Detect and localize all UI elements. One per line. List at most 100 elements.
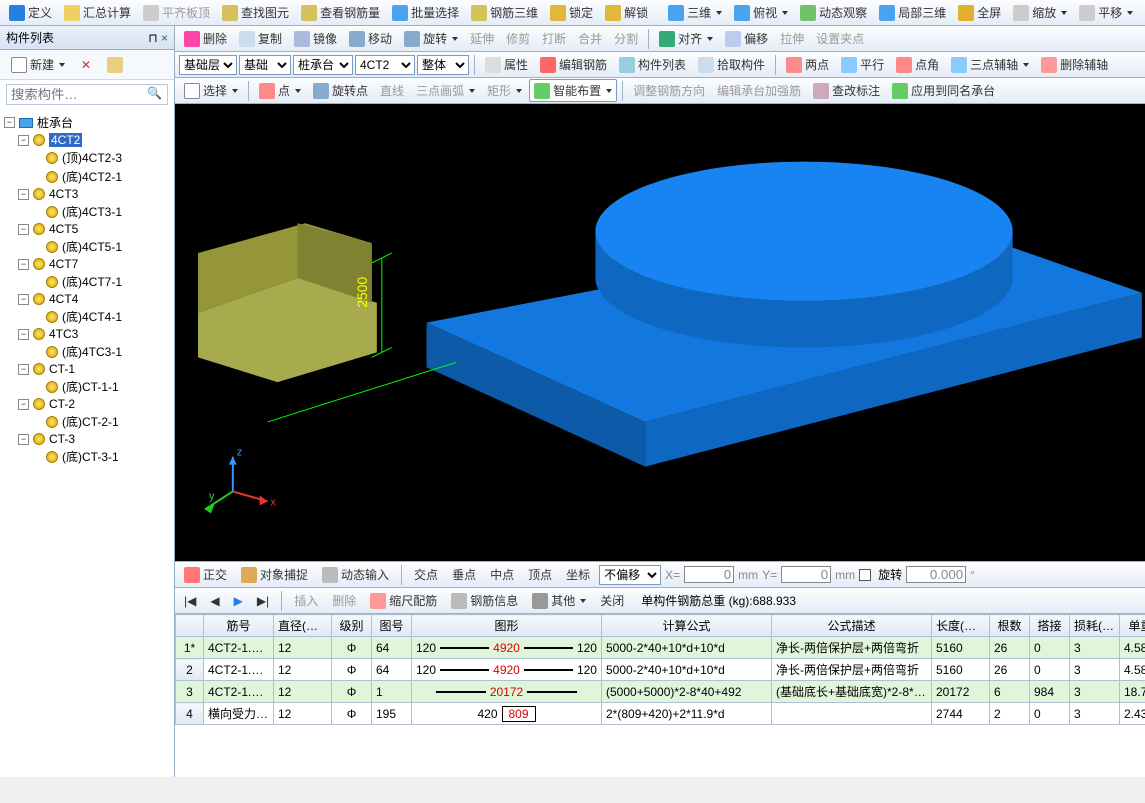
rebar-info-button[interactable]: 钢筋信息 <box>446 589 523 612</box>
tree-label[interactable]: 4TC3 <box>49 327 78 341</box>
expand-icon[interactable]: − <box>18 434 29 445</box>
del-aux-button[interactable]: 删除辅轴 <box>1036 53 1113 76</box>
align-top-button[interactable]: 平齐板顶 <box>138 1 215 24</box>
tree-label[interactable]: (底)CT-3-1 <box>62 448 119 465</box>
category-select[interactable]: 基础 <box>239 55 291 75</box>
member-tree[interactable]: − 桩承台 −4CT2(顶)4CT2-3(底)4CT2-1−4CT3(底)4CT… <box>0 109 174 777</box>
rebar3d-button[interactable]: 钢筋三维 <box>466 1 543 24</box>
extend-button[interactable]: 延伸 <box>465 27 499 50</box>
intersect-snap[interactable]: 交点 <box>409 563 443 586</box>
expand-icon[interactable]: − <box>18 135 29 146</box>
tree-label[interactable]: (底)4TC3-1 <box>62 343 122 360</box>
offset-button[interactable]: 偏移 <box>720 27 773 50</box>
tree-item[interactable]: − 4CT7 <box>2 256 172 272</box>
tree-item[interactable]: (底)CT-3-1 <box>2 447 172 466</box>
rot-pt-tool[interactable]: 旋转点 <box>308 79 373 102</box>
tree-item[interactable]: (底)4TC3-1 <box>2 342 172 361</box>
y-input[interactable] <box>781 566 831 583</box>
rebar-table[interactable]: 筋号直径(mm)级别图号图形计算公式公式描述长度(mm)根数搭接损耗(%)单重 … <box>175 613 1145 777</box>
column-header[interactable]: 公式描述 <box>772 615 932 637</box>
member-select[interactable]: 4CT2 <box>355 55 415 75</box>
adj-dir-button[interactable]: 调整钢筋方向 <box>628 79 710 102</box>
define-button[interactable]: 定义 <box>4 1 57 24</box>
apex-snap[interactable]: 顶点 <box>523 563 557 586</box>
fullscreen-button[interactable]: 全屏 <box>953 1 1006 24</box>
column-header[interactable] <box>176 615 204 637</box>
member-list-button[interactable]: 构件列表 <box>614 53 691 76</box>
pin-icon[interactable]: ⊓ <box>148 31 157 45</box>
merge-button[interactable]: 合并 <box>573 27 607 50</box>
tree-item[interactable]: − CT-1 <box>2 361 172 377</box>
tree-label[interactable]: CT-2 <box>49 397 75 411</box>
dyn-input-toggle[interactable]: 动态输入 <box>317 563 394 586</box>
pan-button[interactable]: 平移 <box>1074 1 1138 24</box>
expand-icon[interactable]: − <box>18 364 29 375</box>
dyn-obs-button[interactable]: 动态观察 <box>795 1 872 24</box>
lock-button[interactable]: 锁定 <box>545 1 598 24</box>
tree-item[interactable]: (底)CT-1-1 <box>2 377 172 396</box>
align-button[interactable]: 对齐 <box>654 27 718 50</box>
persp-button[interactable]: 俯视 <box>729 1 793 24</box>
scale-rebar-button[interactable]: 缩尺配筋 <box>365 589 442 612</box>
expand-icon[interactable]: − <box>18 259 29 270</box>
column-header[interactable]: 长度(mm) <box>932 615 990 637</box>
tree-item[interactable]: (底)4CT5-1 <box>2 237 172 256</box>
other-button[interactable]: 其他 <box>527 589 591 612</box>
tree-item[interactable]: (底)4CT7-1 <box>2 272 172 291</box>
nav-first-icon[interactable]: |◀ <box>179 591 201 611</box>
break-button[interactable]: 打断 <box>537 27 571 50</box>
nav-prev-icon[interactable]: ◀ <box>205 591 224 611</box>
table-row[interactable]: 4横向受力筋.112Φ1954208092*(809+420)+2*11.9*d… <box>176 703 1145 725</box>
scope-select[interactable]: 整体 <box>417 55 469 75</box>
tree-label[interactable]: CT-1 <box>49 362 75 376</box>
tree-item[interactable]: −4CT4 <box>2 291 172 307</box>
column-header[interactable]: 筋号 <box>204 615 274 637</box>
tree-label[interactable]: 4CT7 <box>49 257 78 271</box>
screen-button[interactable]: 屏幕 <box>1140 1 1145 24</box>
ortho-toggle[interactable]: 正交 <box>179 563 232 586</box>
edit-rebar-button[interactable]: 编辑钢筋 <box>535 53 612 76</box>
tree-item[interactable]: (底)4CT2-1 <box>2 167 172 186</box>
sumcalc-button[interactable]: 汇总计算 <box>59 1 136 24</box>
set-grips-button[interactable]: 设置夹点 <box>811 27 869 50</box>
tree-label[interactable]: 4CT3 <box>49 187 78 201</box>
coord-snap[interactable]: 坐标 <box>561 563 595 586</box>
trim-button[interactable]: 修剪 <box>501 27 535 50</box>
tree-label[interactable]: 4CT5 <box>49 222 78 236</box>
x-input[interactable] <box>684 566 734 583</box>
close-grid-button[interactable]: 关闭 <box>595 589 629 612</box>
find-view-button[interactable]: 查找图元 <box>217 1 294 24</box>
tree-item[interactable]: −4CT3 <box>2 186 172 202</box>
tree-label[interactable]: (顶)4CT2-3 <box>62 149 122 166</box>
tree-label[interactable]: 4CT4 <box>49 292 78 306</box>
parallel-button[interactable]: 平行 <box>836 53 889 76</box>
tree-item[interactable]: (底)4CT3-1 <box>2 202 172 221</box>
tree-item[interactable]: −CT-3 <box>2 431 172 447</box>
tree-label[interactable]: (底)4CT7-1 <box>62 273 122 290</box>
two-pts-button[interactable]: 两点 <box>781 53 834 76</box>
rect-tool[interactable]: 矩形 <box>482 79 527 102</box>
perp-snap[interactable]: 垂点 <box>447 563 481 586</box>
expand-icon[interactable]: − <box>18 329 29 340</box>
rotate-checkbox[interactable] <box>859 569 871 581</box>
layer-select[interactable]: 基础层 <box>179 55 237 75</box>
insert-row-button[interactable]: 插入 <box>289 589 323 612</box>
view-rebar-button[interactable]: 查看钢筋量 <box>296 1 385 24</box>
zoom-button[interactable]: 缩放 <box>1008 1 1072 24</box>
tree-label[interactable]: (底)4CT4-1 <box>62 308 122 325</box>
column-header[interactable]: 根数 <box>990 615 1030 637</box>
delete-member-icon[interactable]: ✕ <box>76 55 96 75</box>
stretch-button[interactable]: 拉伸 <box>775 27 809 50</box>
search-input[interactable] <box>6 84 168 105</box>
tree-root[interactable]: 桩承台 <box>37 114 73 131</box>
tree-item[interactable]: (底)CT-2-1 <box>2 412 172 431</box>
column-header[interactable]: 图号 <box>372 615 412 637</box>
mirror-button[interactable]: 镜像 <box>289 27 342 50</box>
3d-view-button[interactable]: 三维 <box>663 1 727 24</box>
expand-icon[interactable]: − <box>4 117 15 128</box>
tree-item[interactable]: −CT-2 <box>2 396 172 412</box>
delete-button[interactable]: 删除 <box>179 27 232 50</box>
point-tool[interactable]: 点 <box>254 79 306 102</box>
move-button[interactable]: 移动 <box>344 27 397 50</box>
table-row[interactable]: 1*4CT2-1.横向底筋.112Φ6412049201205000-2*40+… <box>176 637 1145 659</box>
